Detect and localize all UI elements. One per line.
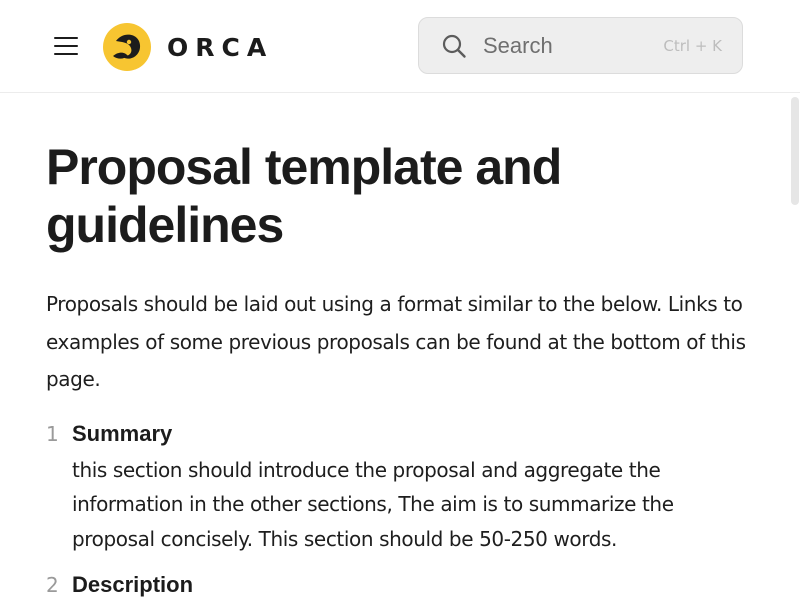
page-title: Proposal template and guidelines: [46, 139, 562, 253]
list-item: 1 Summary this section should introduce …: [46, 419, 746, 557]
list-item: 2 Description: [46, 570, 746, 600]
hamburger-menu-icon[interactable]: [50, 30, 82, 62]
scrollbar-thumb[interactable]: [791, 97, 799, 205]
page: ORCA Ctrl + K Proposal template and guid…: [0, 0, 800, 600]
search-shortcut-hint: Ctrl + K: [663, 37, 722, 55]
section-title: Summary: [72, 420, 173, 446]
orca-logo-icon: [103, 23, 151, 71]
search-input[interactable]: [483, 30, 653, 62]
scrollbar[interactable]: [789, 93, 800, 600]
brand-name: ORCA: [167, 32, 274, 62]
section-title: Description: [72, 572, 194, 597]
list-number: 1: [46, 421, 59, 446]
intro-paragraph: Proposals should be laid out using a for…: [46, 292, 746, 391]
magnifier-icon: [442, 34, 466, 58]
list-number: 2: [46, 573, 59, 597]
section-description: this section should introduce the propos…: [72, 457, 674, 551]
top-bar: ORCA Ctrl + K: [0, 0, 800, 93]
home-logo-link[interactable]: ORCA: [103, 22, 273, 72]
search-box[interactable]: Ctrl + K: [418, 17, 743, 74]
section-list: 1 Summary this section should introduce …: [46, 419, 746, 600]
main-content: Proposal template and guidelines Proposa…: [46, 93, 746, 600]
